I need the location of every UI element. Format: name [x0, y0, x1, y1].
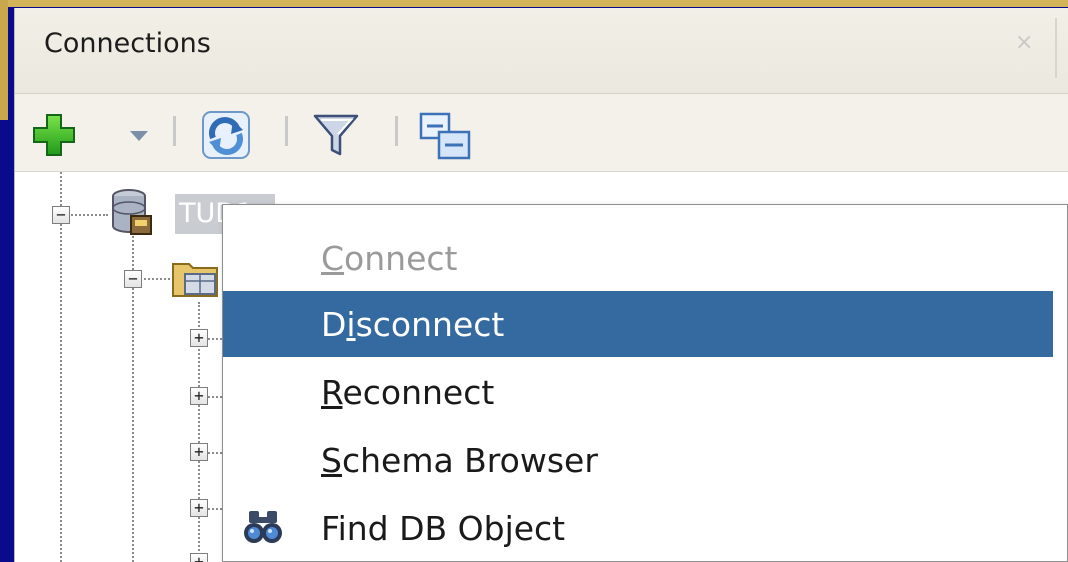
filter-icon[interactable] [311, 110, 361, 160]
titlebar-divider [1055, 18, 1057, 78]
menu-item-label: Find DB Object [321, 509, 566, 548]
toolbar-separator [395, 116, 398, 146]
panel-title: Connections [44, 28, 211, 59]
menu-item-connect[interactable]: Connect [223, 225, 1053, 291]
database-connection-icon [112, 189, 152, 235]
tree-guide-line [60, 172, 62, 562]
toolbar-separator [285, 116, 288, 146]
toolbar-separator [173, 116, 176, 146]
menu-item-find-db-object[interactable]: Find DB Object [223, 495, 1053, 561]
expand-toggle[interactable]: + [190, 387, 208, 405]
menu-item-label: Reconnect [321, 373, 495, 412]
collapse-toggle[interactable]: − [52, 206, 70, 224]
expand-toggle[interactable]: + [190, 499, 208, 517]
expand-toggle[interactable]: + [190, 553, 208, 562]
add-icon[interactable] [31, 112, 77, 158]
expand-toggle[interactable]: + [190, 443, 208, 461]
menu-item-disconnect[interactable]: Disconnect [223, 291, 1053, 357]
close-icon[interactable]: × [1015, 30, 1033, 55]
collapse-all-icon[interactable] [417, 110, 475, 162]
menu-item-label: Schema Browser [321, 441, 598, 480]
menu-item-label: Disconnect [321, 305, 505, 344]
dropdown-arrow-icon[interactable] [129, 130, 149, 142]
menu-item-reconnect[interactable]: Reconnect [223, 359, 1053, 425]
collapse-toggle[interactable]: − [124, 270, 142, 288]
folder-icon [172, 263, 218, 297]
binoculars-icon [244, 511, 282, 543]
refresh-icon[interactable] [199, 108, 253, 162]
menu-item-label: Connect [321, 239, 458, 278]
panel-titlebar: Connections × [15, 8, 1068, 94]
context-menu: Connect Disconnect Reconnect Schema Brow… [222, 204, 1068, 562]
slide-top-border [0, 0, 1068, 7]
slide-side-border [0, 0, 8, 120]
menu-item-schema-browser[interactable]: Schema Browser [223, 427, 1053, 493]
connections-toolbar [15, 94, 1068, 172]
expand-toggle[interactable]: + [190, 329, 208, 347]
